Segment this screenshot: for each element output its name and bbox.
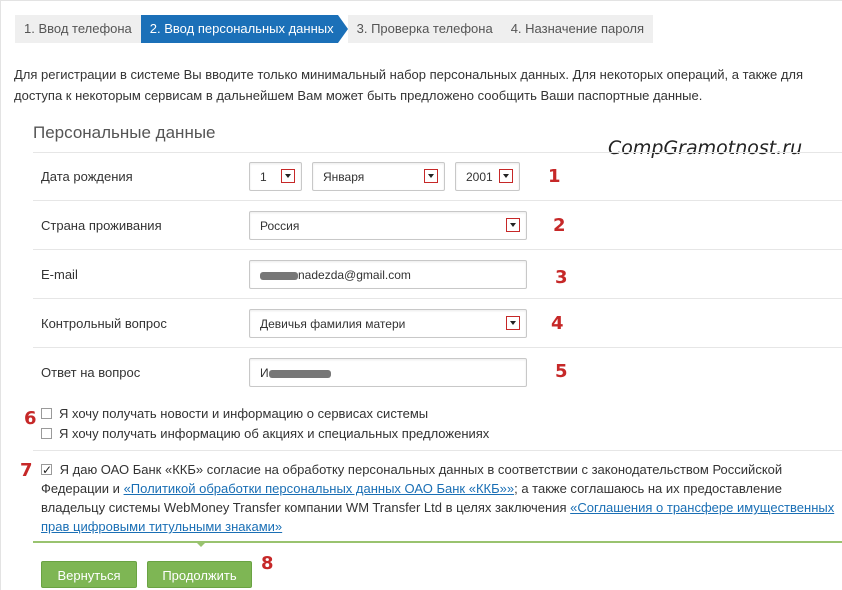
masked-text xyxy=(260,271,298,280)
annotation-number: 1 xyxy=(548,166,561,187)
divider xyxy=(33,200,842,201)
promo-checkbox[interactable] xyxy=(41,428,52,439)
news-checkbox[interactable] xyxy=(41,408,52,419)
birth-month-value: Января xyxy=(323,170,365,184)
section-title: Персональные данные xyxy=(33,123,216,142)
answer-value: И xyxy=(260,366,331,380)
country-select[interactable]: Россия xyxy=(249,211,527,240)
security-question-label: Контрольный вопрос xyxy=(41,316,167,331)
chevron-down-icon[interactable] xyxy=(424,169,438,183)
security-question-select[interactable]: Девичья фамилия матери xyxy=(249,309,527,338)
divider xyxy=(33,249,842,250)
annotation-number: 4 xyxy=(551,313,564,334)
news-checkbox-row[interactable]: Я хочу получать новости и информацию о с… xyxy=(41,406,428,421)
privacy-policy-link[interactable]: «Политикой обработки персональных данных… xyxy=(124,481,515,496)
divider xyxy=(33,347,842,348)
promo-checkbox-row[interactable]: Я хочу получать информацию об акциях и с… xyxy=(41,426,489,441)
annotation-number: 3 xyxy=(555,267,568,288)
country-label: Страна проживания xyxy=(41,218,162,233)
step-personal-data: 2. Ввод персональных данных xyxy=(140,15,348,43)
email-label: E-mail xyxy=(41,267,78,282)
answer-field[interactable]: И xyxy=(249,358,527,387)
step-password: 4. Назначение пароля xyxy=(501,15,654,43)
watermark: CompGramotnost.ru xyxy=(608,137,803,159)
divider xyxy=(33,152,842,153)
divider xyxy=(33,298,842,299)
birth-year-value: 2001 xyxy=(466,170,493,184)
email-value: nadezda@gmail.com xyxy=(260,268,411,282)
step-phone-check: 3. Проверка телефона xyxy=(347,15,502,43)
chevron-down-icon[interactable] xyxy=(499,169,513,183)
news-checkbox-label: Я хочу получать новости и информацию о с… xyxy=(59,406,429,421)
promo-checkbox-label: Я хочу получать информацию об акциях и с… xyxy=(59,426,490,441)
annotation-number: 7 xyxy=(20,460,33,481)
chevron-down-icon[interactable] xyxy=(281,169,295,183)
chevron-down-icon[interactable] xyxy=(506,218,520,232)
step-phone-input: 1. Ввод телефона xyxy=(15,15,141,43)
divider xyxy=(33,450,842,451)
security-question-value: Девичья фамилия матери xyxy=(260,317,406,331)
birth-month-select[interactable]: Января xyxy=(312,162,445,191)
continue-button[interactable]: Продолжить xyxy=(147,561,252,588)
consent-checkbox[interactable] xyxy=(41,461,52,480)
chevron-down-icon[interactable] xyxy=(506,316,520,330)
birth-year-select[interactable]: 2001 xyxy=(455,162,520,191)
email-field[interactable]: nadezda@gmail.com xyxy=(249,260,527,289)
annotation-number: 2 xyxy=(553,215,566,236)
birth-date-label: Дата рождения xyxy=(41,169,133,184)
annotation-number: 8 xyxy=(261,553,274,574)
country-value: Россия xyxy=(260,219,300,233)
registration-steps: 1. Ввод телефона 2. Ввод персональных да… xyxy=(15,15,654,43)
consent-block: Я даю ОАО Банк «ККБ» согласие на обработ… xyxy=(41,460,842,536)
divider-green xyxy=(33,541,842,543)
birth-day-value: 1 xyxy=(260,170,267,184)
annotation-number: 5 xyxy=(555,361,568,382)
back-button[interactable]: Вернуться xyxy=(41,561,137,588)
divider-notch xyxy=(195,541,207,548)
intro-text: Для регистрации в системе Вы вводите тол… xyxy=(14,67,804,103)
masked-text xyxy=(268,369,331,378)
answer-label: Ответ на вопрос xyxy=(41,365,141,380)
birth-day-select[interactable]: 1 xyxy=(249,162,302,191)
annotation-number: 6 xyxy=(24,408,37,429)
